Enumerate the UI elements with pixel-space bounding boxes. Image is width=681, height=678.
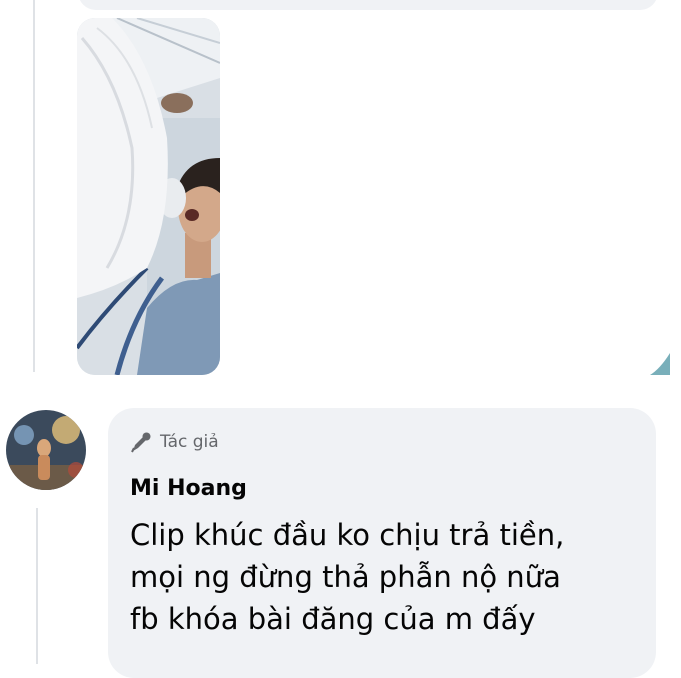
- comment-text-line: fb khóa bài đăng của m đấy: [130, 602, 536, 636]
- video-frame-image: [77, 18, 220, 375]
- avatar-image: [6, 410, 86, 490]
- microphone-pen-icon: [131, 432, 151, 453]
- comment-text: Clip khúc đầu ko chịu trả tiền, mọi ng đ…: [130, 514, 650, 640]
- author-badge-label: Tác giả: [160, 432, 219, 452]
- comment-author-name[interactable]: Mi Hoang: [130, 476, 247, 501]
- comment-text-line: mọi ng đừng thả phẫn nộ nữa: [130, 560, 561, 594]
- avatar[interactable]: [6, 410, 86, 490]
- corner-decoration: [650, 353, 670, 375]
- thread-line-top: [33, 0, 35, 372]
- comment-text-line: Clip khúc đầu ko chịu trả tiền,: [130, 518, 565, 552]
- author-badge: Tác giả: [130, 428, 219, 456]
- previous-comment-bubble: [78, 0, 658, 10]
- thread-line-bottom: [36, 508, 38, 664]
- comment-video-thumbnail[interactable]: [77, 18, 220, 375]
